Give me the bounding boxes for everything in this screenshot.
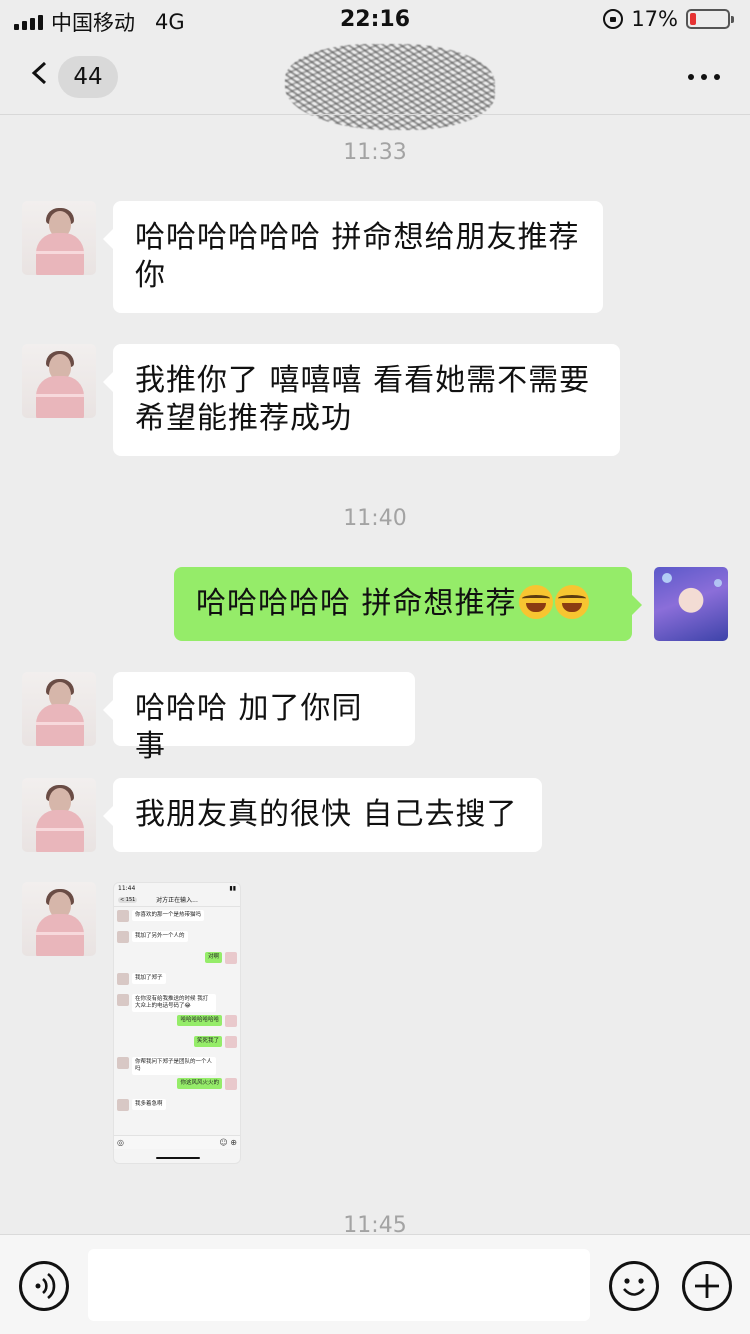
more-dots-icon[interactable]: [688, 74, 720, 80]
message-text: 我朋友真的很快 自己去搜了: [135, 797, 518, 832]
redacted-contact-name: [285, 44, 495, 130]
rotation-lock-icon: [603, 9, 624, 29]
message-bubble[interactable]: 我朋友真的很快 自己去搜了: [103, 778, 542, 852]
mini-message-row: 你喜欢的那一个是热带猫吗: [114, 908, 240, 928]
status-right: 17%: [603, 7, 734, 31]
mini-message-row: 你这风风火火的: [114, 1076, 240, 1096]
tears-of-joy-emoji-icon: [554, 585, 589, 619]
mini-message-bubble: 笑死我了: [193, 1036, 222, 1047]
mini-message-row: 对啊: [114, 950, 240, 970]
mini-avatar: [225, 1078, 237, 1090]
mini-avatar: [117, 931, 129, 943]
contact-avatar[interactable]: [22, 672, 96, 746]
image-message[interactable]: 11:44 ▮▮ < 151 对方正在输入... 你喜欢的那一个是热带猫吗 我加了…: [113, 882, 241, 1164]
mini-message-row: 在你没有给我推送的时候 我打大众上的电话号码了😂: [114, 992, 240, 1012]
mini-avatar: [117, 1057, 129, 1069]
contact-avatar[interactable]: [22, 778, 96, 852]
chevron-left-icon[interactable]: [30, 62, 52, 84]
mini-message-bubble: 哈哈哈哈哈哈哈: [177, 1015, 222, 1026]
mini-home-indicator: [156, 1157, 200, 1159]
mini-message-row: 你帮我问下郑子是团队的一个人吗: [114, 1055, 240, 1075]
message-bubble[interactable]: 我推你了 嘻嘻嘻 看看她需不需要 希望能推荐成功: [103, 344, 620, 456]
mini-message-bubble: 你这风风火火的: [177, 1078, 222, 1089]
message-bubble[interactable]: 哈哈哈 加了你同事: [103, 672, 415, 764]
contact-avatar[interactable]: [22, 882, 96, 956]
mini-message-bubble: 在你没有给我推送的时候 我打大众上的电话号码了😂: [132, 994, 216, 1012]
mini-message-row: 哈哈哈哈哈哈哈: [114, 1013, 240, 1033]
message-input[interactable]: [88, 1249, 590, 1321]
mini-avatar: [117, 994, 129, 1006]
message-text: 哈哈哈哈哈 拼命想推荐: [196, 586, 517, 621]
unread-count-badge[interactable]: 44: [58, 56, 118, 98]
mini-title: 对方正在输入...: [156, 897, 198, 904]
message-line: 希望能推荐成功: [135, 401, 352, 436]
plus-icon[interactable]: [682, 1261, 732, 1311]
message-line: 你: [135, 258, 166, 293]
self-avatar[interactable]: [654, 567, 728, 641]
nav-divider: [0, 114, 750, 115]
mini-message-row: 笑死我了: [114, 1034, 240, 1054]
mini-message-row: 我加了郑子: [114, 971, 240, 991]
input-bar: [0, 1234, 750, 1334]
mini-message-row: 我多着急啊: [114, 1097, 240, 1117]
battery-icon: [686, 9, 734, 29]
mini-avatar: [117, 1099, 129, 1111]
nav-bar: 44: [0, 40, 750, 130]
timestamp: 11:33: [343, 140, 407, 165]
voice-icon[interactable]: [19, 1261, 69, 1311]
mini-avatar: [225, 1015, 237, 1027]
mini-avatar: [117, 973, 129, 985]
status-bar: 中国移动 4G 22:16 17%: [0, 0, 750, 40]
mini-message-bubble: 你帮我问下郑子是团队的一个人吗: [132, 1057, 216, 1075]
timestamp: 11:40: [343, 506, 407, 531]
contact-avatar[interactable]: [22, 201, 96, 275]
message-line: 我推你了 嘻嘻嘻 看看她需不需要: [135, 363, 591, 398]
mini-message-row: 我加了另外一个人的: [114, 929, 240, 949]
message-bubble[interactable]: 哈哈哈哈哈哈 拼命想给朋友推荐 你: [103, 201, 603, 313]
mini-message-list: 你喜欢的那一个是热带猫吗 我加了另外一个人的对啊我加了郑子在你没有给我推送的时候 …: [114, 908, 240, 1117]
mini-message-bubble: 我多着急啊: [132, 1099, 166, 1110]
mini-avatar: [117, 910, 129, 922]
message-bubble-self[interactable]: 哈哈哈哈哈 拼命想推荐: [174, 567, 642, 641]
message-text: 哈哈哈 加了你同事: [135, 691, 363, 764]
mini-battery-icon: ▮▮: [229, 885, 236, 892]
contact-avatar[interactable]: [22, 344, 96, 418]
mini-avatar: [225, 952, 237, 964]
mini-avatar: [225, 1036, 237, 1048]
tears-of-joy-emoji-icon: [518, 585, 553, 619]
mini-message-bubble: 我加了另外一个人的: [132, 931, 188, 942]
battery-percent: 17%: [631, 7, 678, 31]
mini-nav-bar: < 151 对方正在输入...: [114, 893, 240, 907]
mini-message-bubble: 对啊: [204, 952, 222, 963]
mini-time: 11:44: [118, 885, 136, 892]
mini-status-bar: 11:44 ▮▮: [114, 883, 240, 893]
mini-input-bar: ◎ ☺ ⊕: [114, 1135, 240, 1149]
battery-fill: [690, 13, 697, 25]
mini-message-bubble: 你喜欢的那一个是热带猫吗: [132, 910, 205, 921]
message-line: 哈哈哈哈哈哈 拼命想给朋友推荐: [135, 220, 580, 255]
mini-message-bubble: 我加了郑子: [132, 973, 166, 984]
emoji-icon[interactable]: [609, 1261, 659, 1311]
